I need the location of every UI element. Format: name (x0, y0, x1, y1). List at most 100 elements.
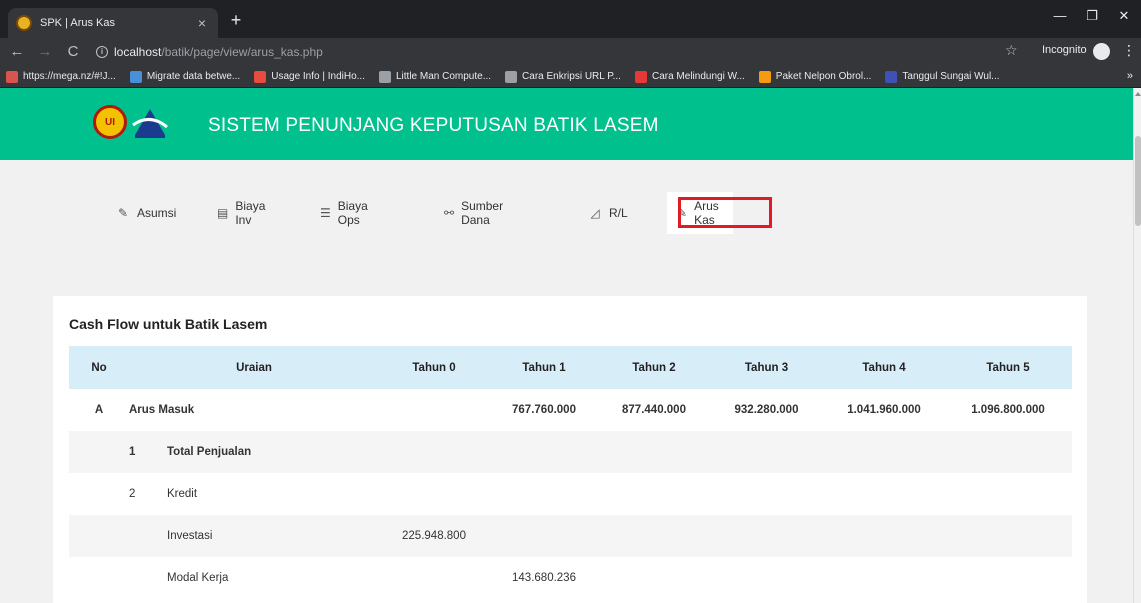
bookmark-item[interactable]: Tanggul Sungai Wul... (885, 70, 1000, 83)
nav-item-biaya-ops[interactable]: ☰ Biaya Ops (320, 192, 371, 234)
page-viewport: UI SISTEM PENUNJANG KEPUTUSAN BATIK LASE… (0, 88, 1141, 603)
reload-icon[interactable]: C (62, 42, 84, 62)
value-cell (599, 473, 709, 515)
value-cell (944, 515, 1072, 557)
site-info-icon[interactable]: i (96, 46, 108, 58)
bookmark-favicon-icon (634, 70, 647, 83)
bookmark-favicon-icon (129, 70, 142, 83)
bookmark-label: https://mega.nz/#!J... (23, 71, 116, 82)
bookmark-item[interactable]: Little Man Compute... (378, 70, 492, 83)
active-highlight-box (678, 197, 772, 228)
value-cell (379, 473, 489, 515)
value-cell (379, 431, 489, 473)
logo-text: UI (105, 116, 115, 128)
bookmarks-bar: https://mega.nz/#!J... Migrate data betwe… (0, 66, 1141, 88)
back-icon[interactable]: ← (6, 42, 28, 62)
incognito-label: Incognito (1042, 44, 1087, 56)
forward-icon[interactable]: → (34, 42, 56, 62)
cashflow-table: No Uraian Tahun 0 Tahun 1 Tahun 2 Tahun 3 Tahu… (69, 346, 1072, 599)
column-header: Tahun 4 (824, 346, 944, 389)
incognito-icon[interactable] (1093, 43, 1110, 60)
bookmark-item[interactable]: Cara Melindungi W... (634, 70, 745, 83)
bookmark-item[interactable]: Usage Info | IndiHo... (254, 70, 365, 83)
bookmark-label: Tanggul Sungai Wul... (902, 71, 1000, 82)
new-tab-button[interactable]: + (226, 10, 246, 30)
row-label-cell: Investasi (129, 515, 379, 557)
row-label: Modal Kerja (167, 572, 229, 584)
value-cell (944, 431, 1072, 473)
close-window-icon[interactable]: ✕ (1109, 6, 1139, 26)
row-label-cell: Arus Masuk (129, 389, 379, 431)
nav-item-biaya-inv[interactable]: ▤ Biaya Inv (217, 192, 268, 234)
row-number (69, 557, 129, 599)
value-cell (824, 557, 944, 599)
value-cell (709, 431, 824, 473)
vertical-scrollbar[interactable] (1133, 88, 1141, 603)
value-cell: 143.680.236 (512, 572, 576, 584)
clipboard-icon: ▤ (217, 206, 229, 220)
chart-icon: ◿ (590, 206, 600, 220)
nav-item-label: Biaya Inv (235, 199, 266, 227)
handshake-icon: ⚯ (444, 206, 455, 220)
row-label: Investasi (167, 530, 213, 542)
column-header: Tahun 5 (944, 346, 1072, 389)
scroll-up-icon[interactable] (1135, 92, 1141, 96)
value-cell (824, 473, 944, 515)
browser-toolbar: ← → C i localhost/batik/page/view/arus_k… (0, 38, 1141, 66)
nav-item-arus-kas[interactable]: ✎ Arus Kas (667, 192, 772, 234)
value-cell (599, 557, 709, 599)
browser-tab[interactable]: SPK | Arus Kas × (8, 8, 218, 38)
column-header: Tahun 1 (489, 346, 599, 389)
tab-close-icon[interactable]: × (194, 15, 210, 31)
batik-logo (132, 109, 168, 138)
value-cell (599, 515, 709, 557)
value-cell (944, 557, 1072, 599)
bookmark-label: Paket Nelpon Obrol... (775, 71, 872, 82)
bookmark-item[interactable]: https://mega.nz/#!J... (6, 70, 116, 83)
value-cell (824, 515, 944, 557)
nav-item-sumber-dana[interactable]: ⚯ Sumber Dana (444, 192, 507, 234)
column-header: Tahun 3 (709, 346, 824, 389)
value-cell (379, 389, 489, 431)
row-number: A (94, 404, 104, 416)
bookmark-star-icon[interactable]: ☆ (1005, 42, 1018, 59)
tab-title: SPK | Arus Kas (40, 17, 116, 29)
url-path: /batik/page/view/arus_kas.php (161, 45, 323, 59)
value-cell: 225.948.800 (379, 515, 489, 557)
sub-number: 2 (129, 488, 136, 500)
bookmark-favicon-icon (378, 70, 391, 83)
address-bar[interactable]: i localhost/batik/page/view/arus_kas.php (96, 42, 966, 62)
bookmark-favicon-icon (885, 70, 898, 83)
edit-icon: ✎ (117, 206, 129, 220)
row-number (69, 473, 129, 515)
bookmark-label: Usage Info | IndiHo... (271, 71, 365, 82)
list-circle-icon: ☰ (320, 206, 331, 220)
row-number (69, 515, 129, 557)
app-header: UI SISTEM PENUNJANG KEPUTUSAN BATIK LASE… (0, 88, 1133, 160)
card-title: Cash Flow untuk Batik Lasem (69, 316, 268, 332)
bookmark-label: Cara Melindungi W... (651, 71, 745, 82)
bookmark-item[interactable]: Migrate data betwe... (129, 70, 240, 83)
value-cell (824, 431, 944, 473)
column-header: No (69, 346, 129, 389)
value-cell: 877.440.000 (622, 404, 686, 416)
table-row: Investasi 225.948.800 (69, 515, 1072, 557)
row-label-cell: 2 Kredit (129, 473, 379, 515)
bookmark-item[interactable]: Paket Nelpon Obrol... (758, 70, 872, 83)
minimize-icon[interactable]: — (1045, 6, 1075, 26)
scrollbar-thumb[interactable] (1135, 136, 1141, 226)
nav-item-r-l[interactable]: ◿ R/L (588, 192, 628, 234)
nav-item-label: R/L (609, 206, 628, 220)
bookmark-favicon-icon (505, 70, 518, 83)
bookmarks-overflow-icon[interactable]: » (1127, 70, 1133, 82)
bookmark-label: Little Man Compute... (395, 71, 492, 82)
restore-icon[interactable]: ❐ (1077, 6, 1107, 26)
bookmark-favicon-icon (758, 70, 771, 83)
bookmark-item[interactable]: Cara Enkripsi URL P... (505, 70, 621, 83)
row-number (69, 431, 129, 473)
university-logo: UI (93, 105, 127, 139)
browser-menu-icon[interactable]: ⋮ (1122, 42, 1136, 59)
row-label-cell: Modal Kerja (129, 557, 379, 599)
value-cell: 767.760.000 (512, 404, 576, 416)
nav-item-asumsi[interactable]: ✎ Asumsi (116, 192, 176, 234)
